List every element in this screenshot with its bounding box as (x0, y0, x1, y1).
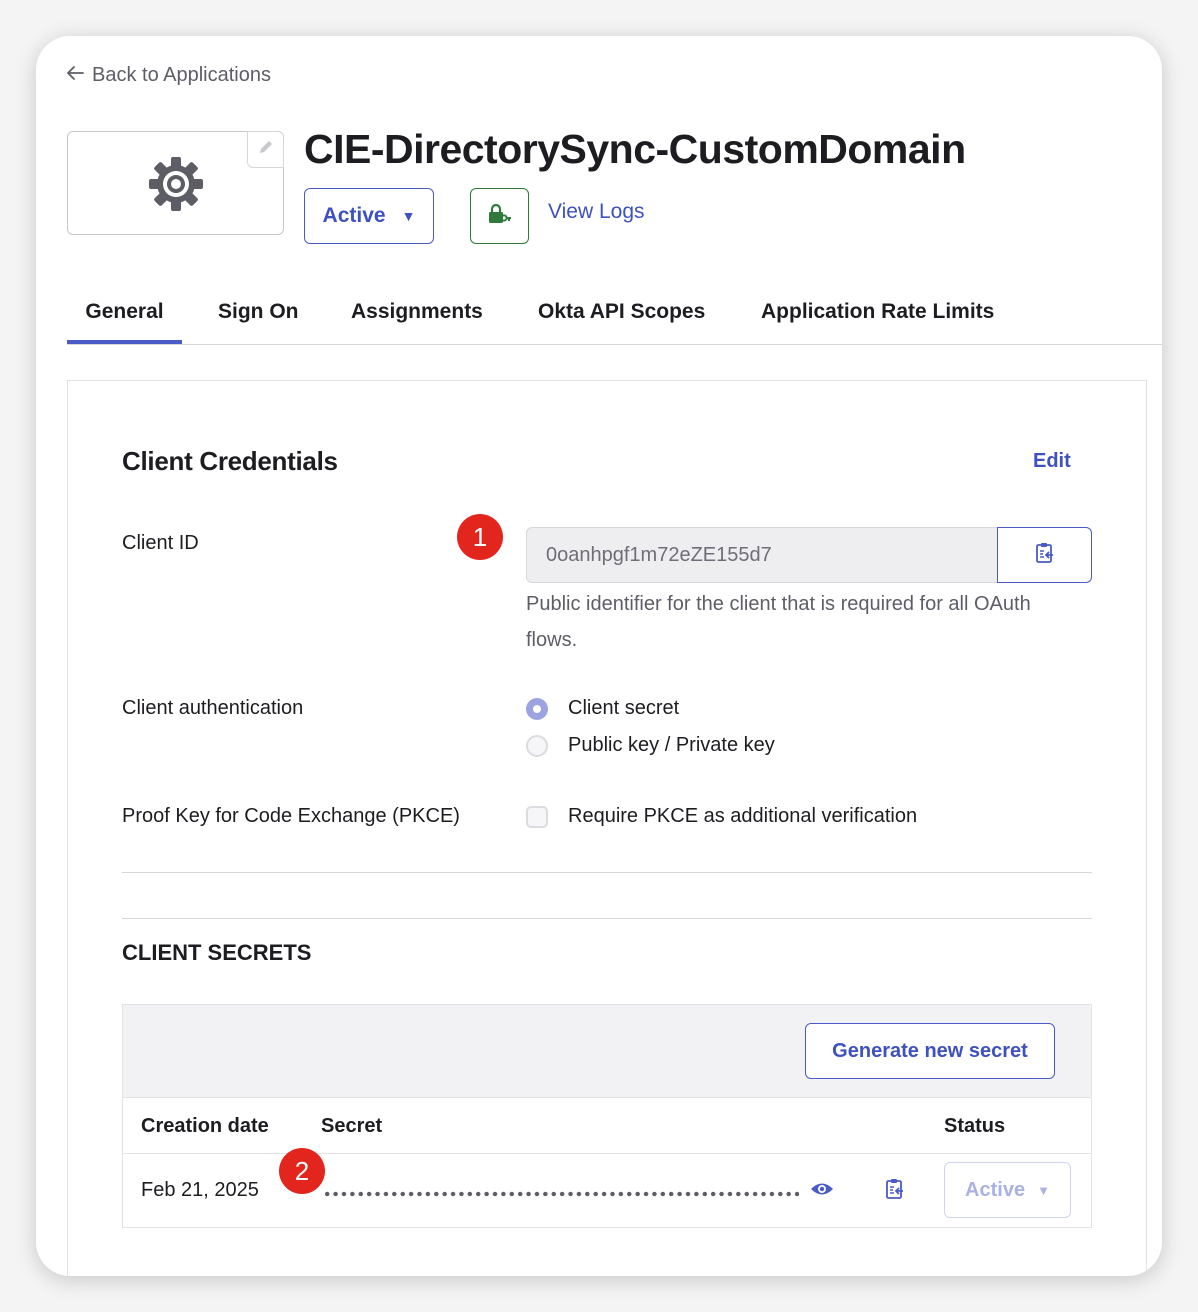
client-id-field[interactable]: 0oanhpgf1m72eZE155d7 (526, 527, 998, 583)
table-header-row: Creation date Secret Status (123, 1098, 1091, 1154)
pkce-checkbox[interactable] (526, 806, 548, 828)
tab-sign-on[interactable]: Sign On (218, 286, 299, 344)
edit-credentials-button[interactable]: Edit (1033, 450, 1071, 473)
tab-assignments[interactable]: Assignments (351, 286, 483, 344)
clipboard-icon (1035, 542, 1055, 569)
pencil-icon (258, 139, 274, 160)
push-groups-button[interactable] (470, 188, 529, 244)
secret-status-dropdown[interactable]: Active ▼ (944, 1162, 1071, 1218)
generate-new-secret-button[interactable]: Generate new secret (805, 1023, 1055, 1079)
annotation-badge-1: 1 (457, 514, 503, 560)
client-credentials-heading: Client Credentials (122, 446, 338, 476)
tab-general[interactable]: General (67, 286, 182, 344)
client-auth-label: Client authentication (122, 697, 304, 719)
caret-down-icon: ▼ (401, 208, 416, 224)
section-divider (122, 918, 1092, 919)
application-page: Back to Applications CIE-DirectorySync-C… (36, 36, 1162, 1276)
edit-logo-button[interactable] (247, 131, 284, 168)
back-link-label: Back to Applications (92, 64, 271, 86)
view-logs-link[interactable]: View Logs (548, 200, 645, 224)
client-secrets-heading: CLIENT SECRETS (122, 940, 312, 965)
secret-creation-date: Feb 21, 2025 (141, 1179, 259, 1201)
clipboard-icon (885, 1178, 905, 1205)
client-secret-radio[interactable] (526, 698, 548, 720)
client-id-help-text: Public identifier for the client that is… (526, 593, 1031, 651)
app-title: CIE-DirectorySync-CustomDomain (304, 126, 966, 172)
column-header-secret: Secret (321, 1115, 383, 1137)
caret-down-icon: ▼ (1037, 1182, 1050, 1198)
annotation-badge-2: 2 (279, 1148, 325, 1194)
copy-secret-button[interactable] (883, 1178, 907, 1205)
client-secrets-table: Generate new secret Creation date Secret… (122, 1004, 1092, 1228)
arrow-left-icon (66, 64, 84, 87)
public-private-key-option-label: Public key / Private key (568, 734, 775, 756)
tab-bar: General Sign On Assignments Okta API Sco… (67, 286, 1162, 345)
tab-application-rate-limits[interactable]: Application Rate Limits (761, 286, 994, 344)
public-private-key-radio[interactable] (526, 735, 548, 757)
tab-okta-api-scopes[interactable]: Okta API Scopes (538, 286, 705, 344)
pkce-label: Proof Key for Code Exchange (PKCE) (122, 805, 460, 827)
column-header-creation-date: Creation date (141, 1115, 269, 1137)
section-divider (122, 872, 1092, 873)
app-status-label: Active (322, 204, 386, 227)
eye-icon (810, 1181, 834, 1202)
column-header-status: Status (944, 1115, 1006, 1137)
secrets-toolbar: Generate new secret (123, 1005, 1091, 1098)
client-id-label: Client ID (122, 532, 199, 554)
gear-icon (149, 157, 203, 211)
pkce-option-label: Require PKCE as additional verification (568, 805, 918, 827)
client-secret-option-label: Client secret (568, 697, 680, 719)
lock-key-icon (488, 203, 512, 230)
masked-secret (323, 1191, 799, 1197)
reveal-secret-button[interactable] (809, 1180, 835, 1202)
app-status-dropdown[interactable]: Active ▼ (304, 188, 434, 244)
app-logo (67, 131, 284, 235)
back-link[interactable]: Back to Applications (66, 64, 271, 87)
secret-status-label: Active (965, 1178, 1026, 1201)
copy-client-id-button[interactable] (997, 527, 1092, 583)
